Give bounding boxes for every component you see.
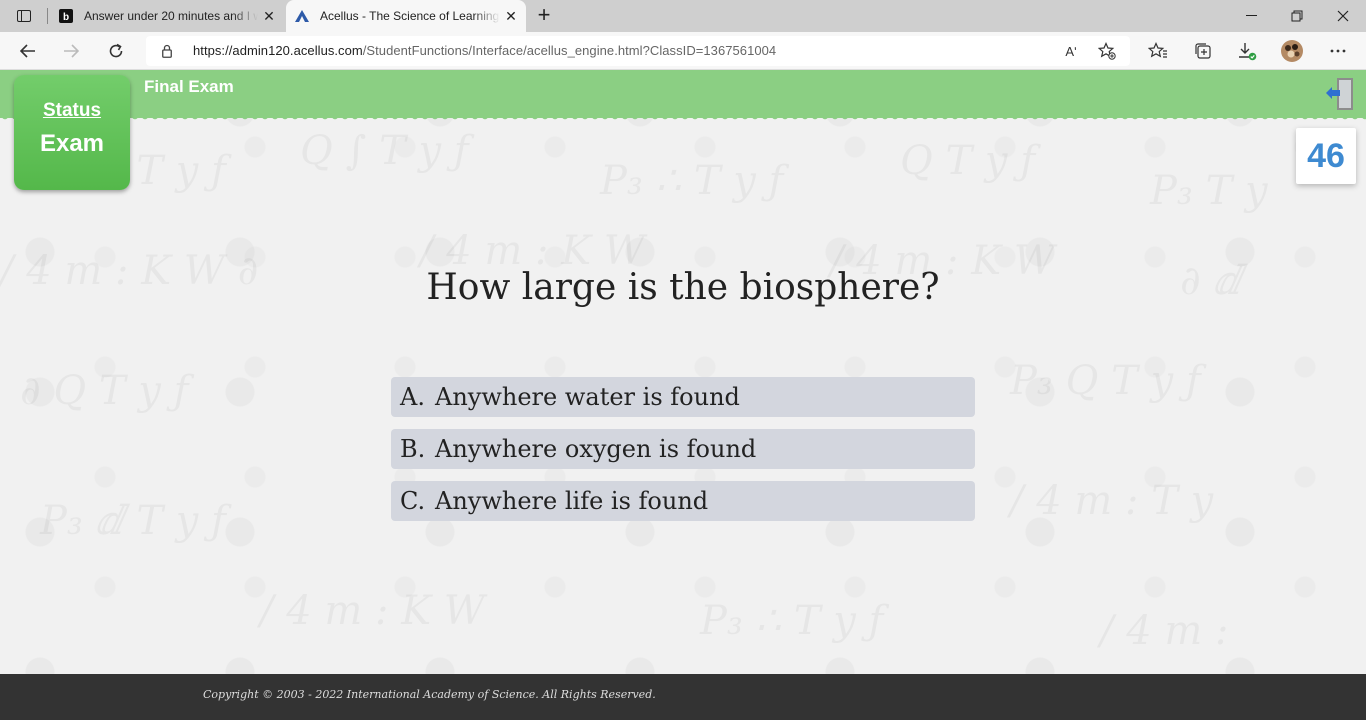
tab-actions-button[interactable] [10, 6, 38, 26]
forward-arrow-icon [64, 44, 79, 58]
answer-letter: C. [400, 487, 426, 515]
url-text[interactable]: https://admin120.acellus.com/StudentFunc… [193, 43, 776, 58]
browser-tabstrip: b Answer under 20 minutes and I will ✕ A… [0, 0, 1366, 32]
exit-door-icon[interactable] [1324, 76, 1356, 112]
browser-tab-acellus[interactable]: Acellus - The Science of Learning ✕ [286, 0, 526, 32]
read-aloud-label: Aʹ [1065, 43, 1077, 59]
collections-icon [1195, 43, 1211, 59]
back-arrow-icon [20, 44, 35, 58]
answer-option-c[interactable]: C. Anywhere life is found [391, 481, 975, 521]
answer-option-b[interactable]: B. Anywhere oxygen is found [391, 429, 975, 469]
answer-option-a[interactable]: A. Anywhere water is found [391, 377, 975, 417]
status-link[interactable]: Status [43, 100, 101, 122]
url-path: /StudentFunctions/Interface/acellus_engi… [362, 43, 777, 58]
favorites-icon [1148, 42, 1167, 58]
back-button[interactable] [14, 37, 42, 65]
lock-icon[interactable] [162, 44, 172, 58]
tab-title: Answer under 20 minutes and I will [84, 9, 258, 23]
url-host: https://admin120.acellus.com [193, 43, 363, 58]
tab-close-icon[interactable]: ✕ [258, 5, 280, 27]
refresh-icon [109, 43, 123, 58]
answer-list: A. Anywhere water is found B. Anywhere o… [391, 377, 975, 533]
copyright-text: Copyright © 2003 - 2022 International Ac… [203, 688, 656, 701]
restore-button[interactable] [1274, 0, 1320, 32]
tab-close-icon[interactable]: ✕ [500, 5, 522, 27]
browser-tab-brainly[interactable]: b Answer under 20 minutes and I will ✕ [50, 0, 284, 32]
minimize-button[interactable] [1228, 0, 1274, 32]
browser-toolbar: https://admin120.acellus.com/StudentFunc… [0, 32, 1366, 70]
answer-text: Anywhere water is found [435, 383, 740, 411]
answer-letter: A. [400, 383, 425, 411]
page-footer: Copyright © 2003 - 2022 International Ac… [0, 674, 1366, 720]
favorites-button[interactable] [1144, 37, 1172, 65]
status-mode-label: Exam [39, 130, 105, 157]
tab-separator [47, 8, 48, 24]
avatar-icon [1281, 40, 1303, 62]
address-bar[interactable]: https://admin120.acellus.com/StudentFunc… [146, 36, 1130, 66]
acellus-page: P₃ ⅆ T y ƒ Q ∫ T y ƒ P₃ ∴ T y ƒ Q T y ƒ … [0, 70, 1366, 720]
settings-more-button[interactable] [1324, 37, 1352, 65]
question-counter: 46 [1296, 128, 1356, 184]
brainly-icon: b [58, 8, 74, 24]
download-icon [1239, 43, 1257, 61]
tab-title: Acellus - The Science of Learning [320, 9, 500, 23]
tab-actions-icon [17, 10, 31, 22]
page-title: Final Exam [144, 77, 234, 96]
new-tab-button[interactable]: + [532, 4, 556, 28]
svg-text:b: b [63, 12, 69, 23]
answer-text: Anywhere oxygen is found [435, 435, 757, 463]
close-window-button[interactable] [1320, 0, 1366, 32]
more-dots-icon [1330, 49, 1346, 53]
collections-button[interactable] [1189, 37, 1217, 65]
profile-avatar[interactable] [1278, 37, 1306, 65]
add-favorite-icon[interactable] [1096, 40, 1118, 62]
refresh-button[interactable] [102, 37, 130, 65]
answer-letter: B. [400, 435, 426, 463]
read-aloud-icon[interactable]: Aʹ [1060, 40, 1082, 62]
acellus-icon [294, 8, 310, 24]
forward-button[interactable] [57, 37, 85, 65]
status-badge[interactable]: Status Exam [14, 75, 130, 190]
question-text: How large is the biosphere? [426, 267, 940, 308]
exam-header-bar: Final Exam [0, 70, 1366, 122]
downloads-button[interactable] [1233, 37, 1261, 65]
answer-text: Anywhere life is found [435, 487, 709, 515]
